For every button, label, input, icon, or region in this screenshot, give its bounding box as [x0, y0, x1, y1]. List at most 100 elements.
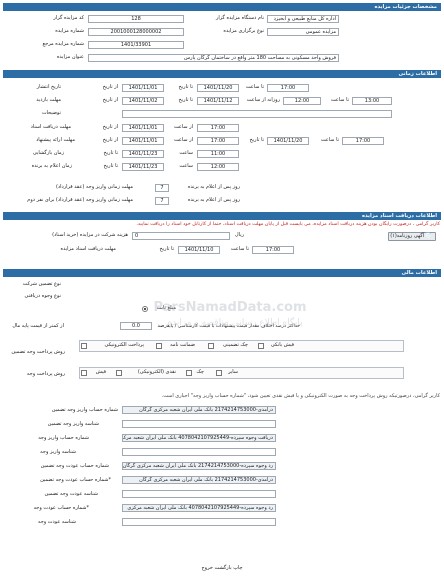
fixed-amount-radio[interactable]: [142, 306, 148, 312]
opening-date-field: 1401/11/23: [122, 150, 164, 158]
doc-fee-label: هزینه شرکت در مزایده (خرید اسناد): [52, 232, 128, 238]
publish-label: تاریخ انتشار: [36, 84, 61, 90]
offer-from-time-label: از ساعت: [174, 137, 193, 143]
min-price-label: از کمتر از قیمت پایه مال: [12, 323, 64, 329]
doc-deadline-time-field: 17:00: [252, 246, 294, 254]
doc-receive-label: مهلت دریافت اسناد: [30, 124, 71, 130]
publish-to-field: 1401/11/20: [197, 84, 239, 92]
method-receipt-label: فیش بانکی: [270, 342, 294, 348]
exit-link[interactable]: خروج: [201, 565, 213, 571]
pay-cash-checkbox[interactable]: [116, 370, 122, 376]
offer-to-field: 1401/11/20: [267, 137, 309, 145]
method-guarantee-label: ضمانت نامه: [170, 342, 195, 348]
pay-receipt-checkbox[interactable]: [81, 370, 87, 376]
percent-field: 0.0: [120, 322, 152, 330]
offer-from-time-field: 17:00: [197, 137, 239, 145]
docs-notice: کاربر گرامی ، درصورت رایگان بودن هزینه د…: [136, 222, 440, 227]
section-details-header: مشخصات جزئیات مزایده: [3, 3, 441, 11]
return-account3-label: *شماره حساب عودت وجه: [33, 505, 89, 511]
title-field: فروش واحد مسکونی به مساحت 180 متر واقع د…: [88, 54, 339, 62]
announce-date-label: تا تاریخ: [103, 163, 118, 169]
visit-from-field: 1401/11/02: [122, 97, 164, 105]
method-receipt-checkbox[interactable]: [258, 343, 264, 349]
opening-date-label: تا تاریخ: [103, 150, 118, 156]
return-account2-field[interactable]: درآمدی-2174214753000 بانک ملی ایران شعبه…: [122, 476, 276, 484]
second-deadline-label: مهلت زمانی واریز وجه (عقد قرارداد) برای …: [27, 197, 133, 203]
footer-actions: چاپ بازگشت خروج: [0, 565, 444, 571]
second-deadline-field: 7: [155, 197, 169, 205]
org-code-field: 128: [88, 15, 184, 23]
doc-deadline-label: مهلت دریافت اسناد مزایده: [60, 246, 116, 252]
visit-to-time-label: تا ساعت: [330, 97, 349, 103]
payment-method-label: روش پرداخت وجه: [26, 371, 65, 377]
method-check-label: چک تضمینی: [223, 342, 248, 348]
holding-type-label: نوع برگزاری مزایده: [223, 28, 264, 34]
publish-from-field: 1401/11/01: [122, 84, 164, 92]
return-id3-field[interactable]: [122, 518, 276, 526]
holding-type-field: مزایده عمومی: [267, 28, 339, 36]
print-link[interactable]: چاپ: [233, 565, 242, 571]
newspaper-notice-link[interactable]: 📄 آگهی روزنامه(۱): [388, 232, 436, 241]
deposit-account-field[interactable]: درآمدی-2174214753000 بانک ملی ایران شعبه…: [122, 406, 276, 414]
method-guarantee-checkbox[interactable]: [156, 343, 162, 349]
file-icon: 📄: [425, 233, 432, 239]
back-link[interactable]: بازگشت: [215, 565, 232, 571]
max-price-diff-label: حداکثر درصد اختلاف مقدار قیمت پیشنهادات …: [166, 324, 300, 329]
description-field: [122, 110, 392, 118]
return-id-field[interactable]: [122, 490, 276, 498]
visit-daily-label: روزانه از ساعت: [246, 97, 280, 103]
org-name-label: نام دستگاه مزایده گزار: [215, 15, 264, 21]
deposit-account2-label: شماره حساب واریز وجه: [38, 435, 89, 441]
guarantee-type-label: نوع تضمین شرکت: [22, 281, 61, 287]
deposit-account2-field[interactable]: دریافت وجوه سپرده-4078042107925449 بانک …: [122, 434, 276, 442]
fixed-amount-label: مبلغ ثابت: [156, 305, 176, 311]
return-account-label: شماره حساب عودت وجه تضمین: [40, 463, 109, 469]
reference-number-label: شماره مزایده مرجع: [42, 41, 84, 47]
opening-label: زمان بازگشایی: [32, 150, 64, 156]
doc-deadline-date-field: 1401/11/10: [178, 246, 220, 254]
pay-check-checkbox[interactable]: [186, 370, 192, 376]
return-id3-label: شناسه عودت وجه: [38, 519, 76, 525]
method-electronic-checkbox[interactable]: [81, 343, 87, 349]
return-account3-field[interactable]: رد وجوه سپرده-4078042107925449 بانک ملی …: [122, 504, 276, 512]
deposit-method-label: روش پرداخت وجه تضمین: [11, 349, 65, 355]
return-account2-label: *شماره حساب عودت وجه تضمین: [40, 477, 111, 483]
method-check-checkbox[interactable]: [208, 343, 214, 349]
doc-deadline-to-date-label: تا تاریخ: [159, 246, 174, 252]
return-account-field[interactable]: رد وجوه سپرده-2174214753000 بانک ملی ایر…: [122, 462, 276, 470]
doc-receive-time-label: از ساعت: [174, 124, 193, 130]
description-label: توضیحات: [41, 110, 61, 116]
visit-from-label: از تاریخ: [102, 97, 118, 103]
offer-to-time-field: 17:00: [342, 137, 384, 145]
offer-to-label: تا تاریخ: [249, 137, 264, 143]
publish-to-time-label: تا ساعت: [245, 84, 264, 90]
deposit-deadline-field: 7: [155, 184, 169, 192]
offer-label: مهلت ارائه پیشنهاد: [36, 137, 75, 143]
visit-to-label: تا تاریخ: [178, 97, 193, 103]
publish-to-label: تا تاریخ: [178, 84, 193, 90]
pay-check-label: چک: [196, 369, 204, 375]
announce-label: زمان اعلام به برنده: [31, 163, 72, 169]
announce-time-label: ساعت: [179, 163, 193, 169]
doc-receive-from-label: از تاریخ: [102, 124, 118, 130]
pay-other-checkbox[interactable]: [216, 370, 222, 376]
pay-receipt-label: فیش: [95, 369, 106, 375]
offer-from-field: 1401/11/01: [122, 137, 164, 145]
payment-method-group: [79, 367, 404, 379]
auction-number-field: 2001000128000002: [88, 28, 184, 36]
opening-time-field: 11:00: [197, 150, 239, 158]
second-deadline-suffix: روز پس از اعلام به برنده: [187, 197, 240, 203]
org-code-label: کد مزایده گزار: [53, 15, 84, 21]
reference-number-field: 1401/33901: [88, 41, 184, 49]
title-label: عنوان مزایده: [56, 54, 84, 60]
doc-deadline-to-time-label: تا ساعت: [230, 246, 249, 252]
announce-date-field: 1401/11/23: [122, 163, 164, 171]
section-time-header: اطلاعات زمانی: [3, 70, 441, 78]
announce-time-field: 12:00: [197, 163, 239, 171]
publish-from-label: از تاریخ: [102, 84, 118, 90]
section-finance-header: اطلاعات مالی: [3, 269, 441, 277]
deposit-id-field[interactable]: [122, 420, 276, 428]
deposit-account-label: شماره حساب واریز وجه تضمین: [51, 407, 118, 413]
deposit-id2-field[interactable]: [122, 448, 276, 456]
return-id-label: شناسه عودت وجه تضمین: [44, 491, 98, 497]
